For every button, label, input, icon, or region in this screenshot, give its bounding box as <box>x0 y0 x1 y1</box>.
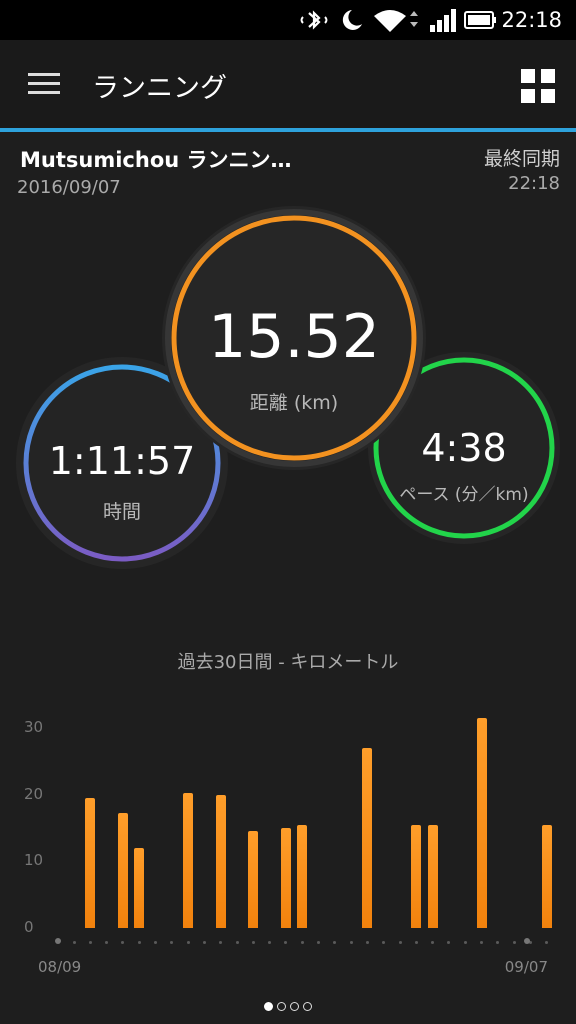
day-dot <box>105 941 109 944</box>
y-tick-label: 30 <box>24 718 44 736</box>
chart-title: 過去30日間 - キロメートル <box>177 652 399 673</box>
pager-dot[interactable] <box>277 1002 286 1011</box>
menu-icon[interactable] <box>28 73 60 95</box>
chart-bar[interactable] <box>541 824 552 928</box>
day-dot <box>284 941 288 944</box>
x-end-label: 09/07 <box>504 958 548 976</box>
chart-bar[interactable] <box>280 828 291 928</box>
wifi-icon <box>374 10 418 32</box>
axis-end-dot <box>55 938 61 944</box>
activity-date: 2016/09/07 <box>17 177 121 198</box>
day-dot <box>268 941 272 944</box>
activity-title[interactable]: Mutsumichou ランニン… <box>20 144 292 174</box>
accent-divider <box>0 128 576 132</box>
pager-dot[interactable] <box>290 1002 299 1011</box>
day-dot <box>447 941 451 944</box>
day-dot <box>382 941 386 944</box>
day-dot <box>414 941 418 944</box>
distance-stat-circle[interactable]: 15.52 距離 (km) <box>162 206 426 470</box>
status-bar: 22:18 <box>0 0 576 40</box>
chart-bar[interactable] <box>297 824 308 928</box>
pager-dot[interactable] <box>303 1002 312 1011</box>
distance-value: 15.52 <box>208 302 380 372</box>
grid-icon[interactable] <box>521 69 555 103</box>
day-dot <box>88 941 92 944</box>
axis-end-dot <box>524 938 530 944</box>
day-dot <box>545 941 549 944</box>
battery-icon <box>464 11 496 29</box>
pager-dot[interactable] <box>264 1002 273 1011</box>
day-dot <box>512 941 516 944</box>
day-dot <box>72 941 76 944</box>
day-dot <box>186 941 190 944</box>
pace-label: ペース (分／km) <box>399 485 529 505</box>
chart-bar[interactable] <box>134 848 145 928</box>
bluetooth-icon <box>300 10 328 30</box>
distance-label: 距離 (km) <box>249 392 339 414</box>
page-indicator[interactable] <box>0 996 576 1015</box>
day-dot <box>398 941 402 944</box>
y-tick-label: 0 <box>24 918 34 936</box>
day-dot <box>251 941 255 944</box>
day-dot <box>202 941 206 944</box>
day-dot <box>137 941 141 944</box>
chart-bar[interactable] <box>215 794 226 928</box>
day-dot <box>431 941 435 944</box>
day-dot <box>365 941 369 944</box>
y-tick-label: 10 <box>24 851 44 870</box>
day-dot <box>300 941 304 944</box>
chart-bar[interactable] <box>411 824 422 928</box>
time-label: 時間 <box>102 501 141 523</box>
day-dot <box>317 941 320 944</box>
y-tick-label: 20 <box>24 784 44 803</box>
chart-bar[interactable] <box>476 718 487 928</box>
day-dot <box>170 941 174 944</box>
day-dot <box>349 941 353 944</box>
signal-icon <box>430 9 456 32</box>
app-bar <box>0 40 576 128</box>
day-dot <box>154 941 157 944</box>
day-dot <box>496 941 500 944</box>
day-dot <box>463 941 467 944</box>
status-time: 22:18 <box>501 8 562 32</box>
day-dot <box>235 941 239 944</box>
chart-bar[interactable] <box>117 813 128 928</box>
x-start-label: 08/09 <box>38 958 82 976</box>
chart-bar[interactable] <box>248 831 259 928</box>
last-sync-label: 最終同期 <box>483 148 560 170</box>
page-title: ランニング <box>92 73 227 104</box>
moon-icon <box>342 10 362 30</box>
chart-bar[interactable] <box>183 792 194 928</box>
day-dot <box>219 941 223 944</box>
chart-bar[interactable] <box>362 748 373 928</box>
day-dot <box>121 941 125 944</box>
chart-bar[interactable] <box>427 824 438 928</box>
last-sync-time: 22:18 <box>508 173 560 194</box>
chart-bar[interactable] <box>85 798 96 928</box>
day-dot <box>480 941 483 944</box>
day-dot <box>333 941 337 944</box>
